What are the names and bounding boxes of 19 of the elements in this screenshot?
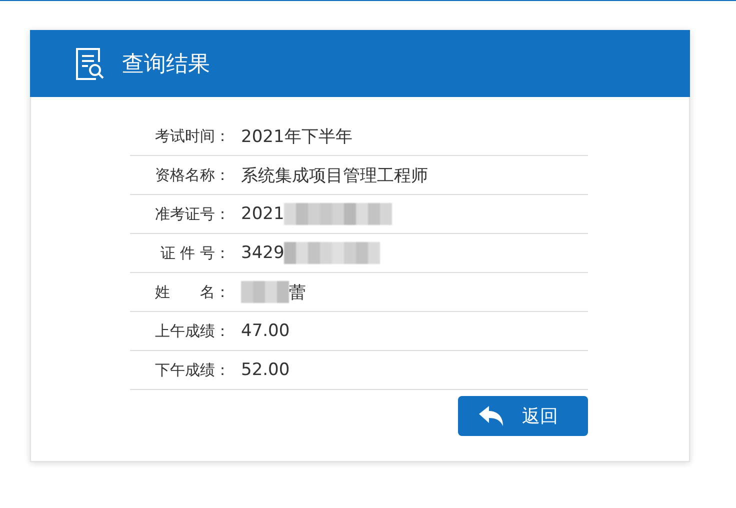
field-label: 资格名称：: [154, 166, 231, 184]
field-label: 考试时间：: [154, 126, 231, 146]
field-label: 上午成绩：: [154, 322, 231, 340]
field-value: 3429: [241, 243, 284, 263]
field-label: 姓 名：: [154, 282, 231, 302]
field-value: 2021: [241, 204, 284, 224]
field-value: 蕾: [289, 282, 306, 304]
field-label: 下午成绩：: [154, 360, 231, 380]
redaction-blur: [241, 281, 289, 303]
document-search-icon: [74, 46, 106, 82]
field-value: 47.00: [241, 321, 290, 341]
page-title: 查询结果: [122, 50, 210, 78]
field-value: 52.00: [241, 360, 290, 380]
back-button[interactable]: 返回: [458, 396, 588, 436]
field-label: 准考证号：: [154, 204, 231, 224]
back-arrow-icon: [478, 406, 504, 426]
field-label: 证 件 号：: [159, 244, 231, 262]
field-value: 2021年下半年: [241, 126, 352, 148]
field-value: 系统集成项目管理工程师: [241, 164, 428, 186]
